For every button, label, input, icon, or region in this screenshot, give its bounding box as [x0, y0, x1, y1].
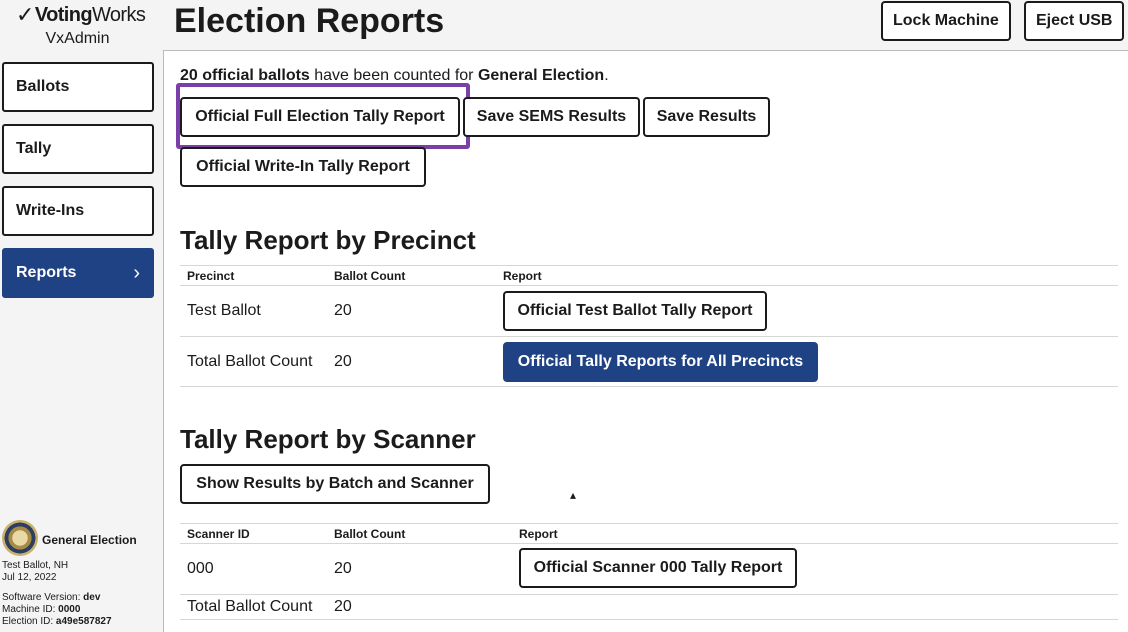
total-ballot-count-label: Total Ballot Count [187, 353, 313, 370]
state-seal-icon [2, 520, 38, 556]
precinct-section-title: Tally Report by Precinct [180, 225, 476, 255]
checkmark-logo-icon: ✓ [16, 2, 34, 27]
scanner-total-ballot-count-value: 20 [334, 598, 352, 615]
col-header-ballot-count: Ballot Count [334, 269, 406, 283]
nav-tally[interactable]: Tally [2, 124, 154, 174]
election-id: Election ID: a49e587827 [2, 616, 112, 627]
logo-text-works: Works [91, 3, 146, 26]
table-rule [180, 265, 1118, 266]
table-rule [180, 285, 1118, 286]
nav-tally-label: Tally [16, 140, 52, 157]
nav-ballots-label: Ballots [16, 78, 70, 95]
mouse-cursor-icon: ▴ [570, 488, 577, 502]
main-content: 20 official ballots have been counted fo… [164, 51, 1128, 632]
col-header-report: Report [519, 527, 558, 541]
scanner-section-title: Tally Report by Scanner [180, 424, 476, 454]
table-rule [180, 336, 1118, 337]
total-ballot-count-value: 20 [334, 353, 352, 370]
table-rule [180, 594, 1118, 595]
lock-machine-button[interactable]: Lock Machine [881, 1, 1011, 41]
scanner-000-tally-report-button[interactable]: Official Scanner 000 Tally Report [519, 548, 797, 588]
sidebar-divider [163, 50, 164, 632]
test-ballot-tally-report-button[interactable]: Official Test Ballot Tally Report [503, 291, 767, 331]
table-rule [180, 523, 1118, 524]
scanner-total-ballot-count-label: Total Ballot Count [187, 598, 313, 615]
election-date: Jul 12, 2022 [2, 572, 57, 583]
show-results-by-batch-button[interactable]: Show Results by Batch and Scanner [180, 464, 490, 504]
header-divider [163, 50, 1128, 51]
save-sems-results-button[interactable]: Save SEMS Results [463, 97, 640, 137]
col-header-precinct: Precinct [187, 269, 235, 283]
scanner-ballot-count: 20 [334, 560, 352, 577]
all-precincts-tally-reports-button[interactable]: Official Tally Reports for All Precincts [503, 342, 818, 382]
product-name: VxAdmin [45, 30, 110, 47]
eject-usb-button[interactable]: Eject USB [1024, 1, 1125, 41]
col-header-scanner-id: Scanner ID [187, 527, 250, 541]
precinct-ballot-count: 20 [334, 302, 352, 319]
brand: ✓ Voting Works VxAdmin [0, 0, 163, 52]
nav-reports[interactable]: Reports › [2, 248, 154, 298]
election-title: General Election [42, 533, 137, 547]
nav-reports-label: Reports [16, 264, 77, 281]
page-title: Election Reports [174, 2, 445, 40]
nav-write-ins-label: Write-Ins [16, 202, 85, 219]
nav-write-ins[interactable]: Write-Ins [2, 186, 154, 236]
votingworks-logo: ✓ Voting Works [16, 2, 146, 28]
machine-id: Machine ID: 0000 [2, 604, 81, 615]
scanner-id: 000 [187, 560, 214, 577]
nav-ballots[interactable]: Ballots [2, 62, 154, 112]
save-results-button[interactable]: Save Results [643, 97, 770, 137]
precinct-name: Test Ballot [187, 302, 261, 319]
sidebar: ✓ Voting Works VxAdmin Ballots Tally Write… [0, 0, 163, 632]
table-rule [180, 386, 1118, 387]
election-location: Test Ballot, NH [2, 560, 69, 571]
table-rule [180, 619, 1118, 620]
table-rule [180, 543, 1118, 544]
col-header-ballot-count: Ballot Count [334, 527, 406, 541]
software-version: Software Version: dev [2, 592, 101, 603]
chevron-right-icon: › [133, 261, 140, 284]
col-header-report: Report [503, 269, 542, 283]
logo-text-voting: Voting [34, 3, 93, 26]
full-election-tally-report-button[interactable]: Official Full Election Tally Report [180, 97, 460, 137]
write-in-tally-report-button[interactable]: Official Write-In Tally Report [180, 147, 426, 187]
